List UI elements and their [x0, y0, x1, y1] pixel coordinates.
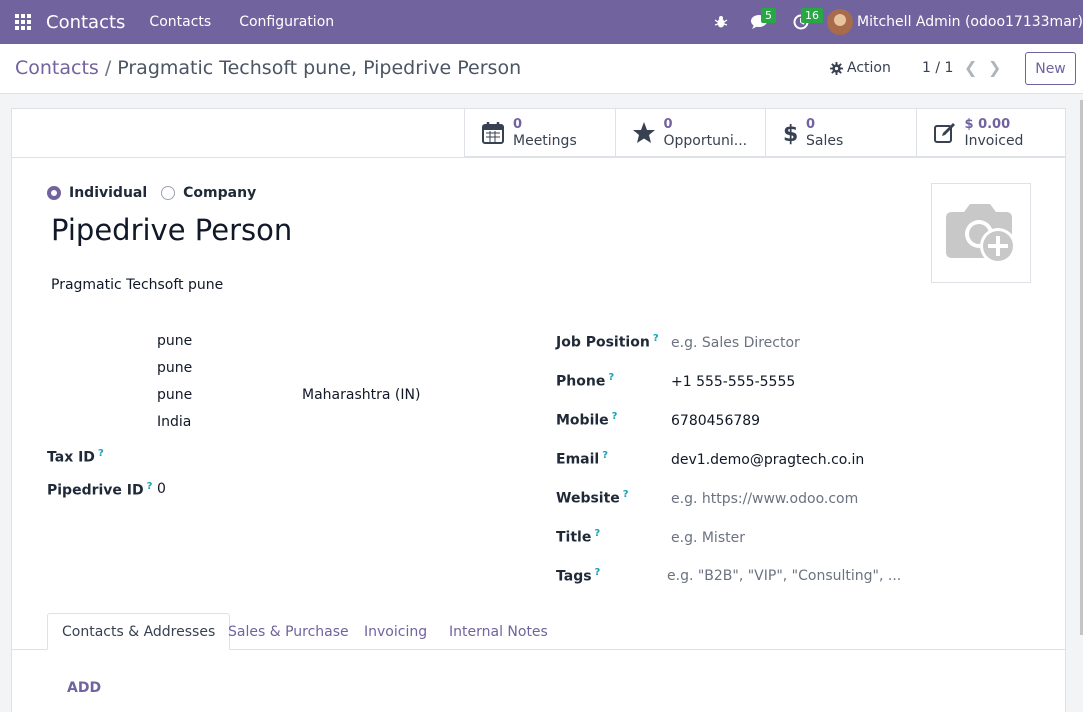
phone-field[interactable]: +1 555-555-5555 [671, 374, 795, 390]
app-brand[interactable]: Contacts [46, 12, 125, 33]
contact-name-field[interactable]: Pipedrive Person [51, 213, 292, 247]
radio-individual[interactable] [47, 186, 61, 200]
action-label: Action [847, 60, 891, 76]
activities-count-badge: 16 [801, 8, 824, 23]
invoiced-label: Invoiced [964, 133, 1024, 149]
sales-label: Sales [806, 133, 844, 149]
action-button[interactable]: Action [830, 60, 891, 76]
help-tooltip-icon[interactable]: ? [98, 448, 104, 459]
tab-contacts-addresses[interactable]: Contacts & Addresses [47, 613, 231, 650]
website-label: Website? [556, 489, 629, 507]
mobile-label: Mobile? [556, 411, 618, 429]
pager-next-icon[interactable]: ❯ [988, 58, 1001, 77]
gear-icon [830, 61, 843, 75]
notebook-tabs: Contacts & Addresses Sales & Purchase In… [12, 613, 1065, 650]
meetings-button[interactable]: 0 Meetings [464, 109, 615, 157]
camera-plus-icon [946, 204, 1016, 264]
dollar-icon: $ [783, 122, 798, 146]
user-name: Mitchell Admin (odoo17133mar) [857, 14, 1083, 30]
activities-clock-icon[interactable]: 16 [781, 0, 824, 44]
messages-icon[interactable]: 5 [741, 0, 781, 44]
job-position-input[interactable]: e.g. Sales Director [671, 335, 800, 351]
pipedrive-id-field[interactable]: 0 [157, 481, 166, 497]
company-field[interactable]: Pragmatic Techsoft pune [51, 277, 223, 293]
messages-count-badge: 5 [761, 8, 777, 23]
country-field[interactable]: India [157, 414, 191, 430]
street2-field[interactable]: pune [157, 360, 192, 376]
title-label: Title? [556, 528, 601, 546]
email-label: Email? [556, 450, 609, 468]
svg-text:$: $ [783, 122, 798, 146]
tab-internal-notes[interactable]: Internal Notes [435, 613, 562, 650]
radio-company-label[interactable]: Company [183, 185, 256, 201]
breadcrumb: Contacts / Pragmatic Techsoft pune, Pipedr… [15, 57, 521, 79]
title-input[interactable]: e.g. Mister [671, 530, 745, 546]
user-menu[interactable]: Mitchell Admin (odoo17133mar) [827, 9, 1083, 35]
help-tooltip-icon[interactable]: ? [653, 333, 659, 344]
sales-button[interactable]: $ 0 Sales [765, 109, 916, 157]
phone-label: Phone? [556, 372, 615, 390]
debug-bug-icon[interactable] [701, 0, 741, 44]
apps-menu-icon[interactable] [0, 0, 46, 44]
breadcrumb-current: Pragmatic Techsoft pune, Pipedrive Perso… [117, 57, 522, 79]
avatar [827, 9, 854, 35]
radio-company[interactable] [161, 186, 176, 200]
photo-upload[interactable] [931, 183, 1031, 283]
email-field[interactable]: dev1.demo@pragtech.co.in [671, 452, 864, 468]
divider [12, 157, 1065, 158]
sales-count: 0 [806, 117, 816, 132]
pager-prev-icon[interactable]: ❮ [964, 58, 977, 77]
calendar-icon [482, 122, 504, 144]
invoiced-button[interactable]: $ 0.00 Invoiced [915, 109, 1067, 157]
pipedrive-id-label: Pipedrive ID? [47, 481, 153, 499]
meetings-label: Meetings [513, 133, 577, 149]
pager-value[interactable]: 1 / 1 [922, 60, 953, 76]
tax-id-label: Tax ID? [47, 448, 104, 466]
website-input[interactable]: e.g. https://www.odoo.com [671, 491, 858, 507]
opportunities-label: Opportuni... [663, 133, 748, 149]
city-field[interactable]: pune [157, 387, 192, 403]
help-tooltip-icon[interactable]: ? [595, 567, 601, 578]
help-tooltip-icon[interactable]: ? [594, 528, 600, 539]
help-tooltip-icon[interactable]: ? [612, 411, 618, 422]
help-tooltip-icon[interactable]: ? [147, 481, 153, 492]
mobile-field[interactable]: 6780456789 [671, 413, 760, 429]
invoiced-amount: $ 0.00 [964, 117, 1011, 132]
street-field[interactable]: pune [157, 333, 192, 349]
opportunities-count: 0 [663, 117, 673, 132]
control-panel: Contacts / Pragmatic Techsoft pune, Pipedr… [0, 44, 1083, 94]
opportunities-button[interactable]: 0 Opportuni... [614, 109, 766, 157]
tags-input[interactable]: e.g. "B2B", "VIP", "Consulting", ... [667, 568, 901, 584]
add-contact-button[interactable]: ADD [67, 680, 101, 696]
help-tooltip-icon[interactable]: ? [602, 450, 608, 461]
top-navbar: Contacts Contacts Configuration 5 16 Mit… [0, 0, 1083, 44]
breadcrumb-separator: / [104, 57, 112, 79]
state-field[interactable]: Maharashtra (IN) [302, 387, 420, 403]
menu-configuration[interactable]: Configuration [239, 14, 334, 30]
company-type-radio: Individual Company [47, 185, 270, 201]
radio-individual-label[interactable]: Individual [69, 185, 147, 201]
help-tooltip-icon[interactable]: ? [608, 372, 614, 383]
invoice-edit-icon [933, 123, 955, 143]
tags-label: Tags? [556, 567, 601, 585]
smart-button-box: 0 Meetings 0 Opportuni... $ 0 Sales $ 0.… [464, 109, 1066, 157]
help-tooltip-icon[interactable]: ? [623, 489, 629, 500]
job-position-label: Job Position? [556, 333, 659, 351]
form-sheet: 0 Meetings 0 Opportuni... $ 0 Sales $ 0.… [11, 108, 1066, 712]
breadcrumb-contacts-link[interactable]: Contacts [15, 57, 99, 79]
tab-sales-purchase[interactable]: Sales & Purchase [214, 613, 363, 650]
new-button[interactable]: New [1025, 52, 1076, 85]
meetings-count: 0 [513, 117, 523, 132]
menu-contacts[interactable]: Contacts [149, 14, 211, 30]
star-icon [632, 122, 655, 143]
tab-invoicing[interactable]: Invoicing [350, 613, 441, 650]
